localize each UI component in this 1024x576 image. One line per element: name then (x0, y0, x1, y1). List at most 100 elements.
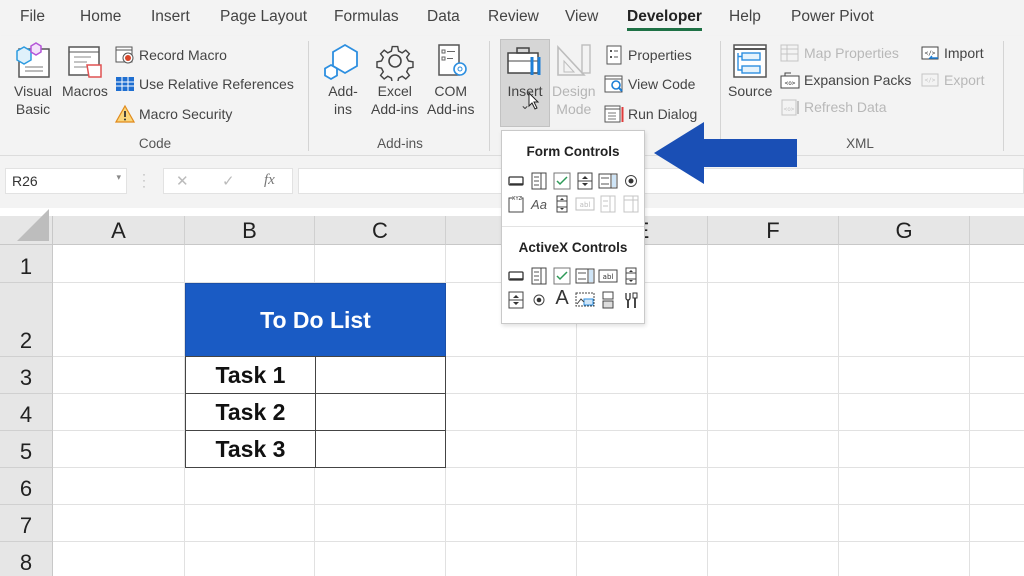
run-dialog-button[interactable]: Run Dialog (604, 104, 697, 124)
properties-label: Properties (628, 47, 692, 63)
activex-combo-box-icon[interactable] (529, 266, 549, 286)
formula-bar-splitter[interactable]: · · · (142, 168, 146, 192)
xml-source-button[interactable]: Source (728, 40, 772, 100)
tab-view[interactable]: View (565, 8, 598, 26)
name-box-dropdown-icon[interactable]: ▾ (116, 172, 121, 183)
activex-command-button-icon[interactable] (506, 266, 526, 286)
xml-import-button[interactable]: </> Import (920, 43, 984, 63)
form-controls-title: Form Controls (526, 144, 620, 159)
xml-export-button[interactable]: </> Export (920, 70, 984, 90)
column-header-a[interactable]: A (53, 216, 185, 245)
svg-text:<o>: <o> (784, 106, 795, 113)
map-properties-button[interactable]: Map Properties (780, 43, 899, 63)
activex-label-icon[interactable]: A (552, 287, 572, 309)
gridline (969, 245, 970, 576)
task-cell[interactable]: Task 1 (185, 356, 316, 394)
refresh-data-button[interactable]: <o> Refresh Data (780, 97, 886, 117)
form-combo-list-edit-icon[interactable] (598, 194, 618, 214)
row-header-1[interactable]: 1 (0, 245, 53, 283)
row-header-3[interactable]: 3 (0, 357, 53, 394)
enter-icon[interactable]: ✓ (222, 172, 235, 190)
row-header-6[interactable]: 6 (0, 468, 53, 505)
column-header-h[interactable] (970, 216, 1024, 245)
tab-review[interactable]: Review (488, 8, 539, 26)
name-box[interactable]: R26 ▾ (5, 168, 127, 194)
view-code-button[interactable]: View Code (604, 74, 695, 94)
form-check-box-icon[interactable] (552, 171, 572, 191)
visual-basic-label-line2: Basic (15, 101, 51, 117)
form-option-button-icon[interactable] (621, 171, 641, 191)
form-spin-button-icon[interactable] (575, 171, 595, 191)
form-combo-box-icon[interactable] (529, 171, 549, 191)
tab-help[interactable]: Help (729, 8, 761, 26)
expansion-packs-icon: <o> (780, 70, 800, 90)
activex-scroll-bar-icon[interactable] (621, 266, 641, 286)
form-scroll-bar-icon[interactable] (552, 194, 572, 214)
use-relative-references-button[interactable]: Use Relative References (115, 74, 294, 94)
tab-power-pivot[interactable]: Power Pivot (791, 8, 874, 26)
activex-image-icon[interactable] (575, 290, 595, 310)
todo-list-header-cell[interactable]: To Do List (185, 283, 446, 357)
gear-icon (374, 40, 416, 82)
com-addins-button[interactable]: COM Add-ins (427, 40, 474, 118)
form-group-box-icon[interactable]: XYZ (506, 194, 526, 214)
activex-list-box-icon[interactable] (575, 266, 595, 286)
tab-home[interactable]: Home (80, 8, 121, 26)
tab-insert[interactable]: Insert (151, 8, 190, 26)
column-header-b[interactable]: B (185, 216, 315, 245)
macros-button[interactable]: Macros (62, 40, 108, 100)
row-header-7[interactable]: 7 (0, 505, 53, 542)
row-header-2[interactable]: 2 (0, 283, 53, 357)
activex-check-box-icon[interactable] (552, 266, 572, 286)
form-label-icon[interactable]: Aa (529, 194, 549, 214)
checkbox-target-cell[interactable] (315, 430, 446, 468)
task-cell[interactable]: Task 2 (185, 393, 316, 431)
properties-icon (604, 45, 624, 65)
visual-basic-label-line1: Visual (14, 83, 52, 99)
record-macro-icon (115, 45, 135, 65)
activex-more-controls-icon[interactable] (621, 290, 641, 310)
tab-formulas[interactable]: Formulas (334, 8, 399, 26)
cancel-icon[interactable]: ✕ (176, 172, 189, 190)
checkbox-target-cell[interactable] (315, 393, 446, 431)
activex-toggle-button-icon[interactable] (598, 290, 618, 310)
activex-spin-button-icon[interactable] (506, 290, 526, 310)
toolbox-icon (504, 40, 546, 82)
column-header-g[interactable]: G (839, 216, 970, 245)
addins-label-line2: ins (334, 101, 352, 117)
form-combo-drop-down-edit-icon[interactable] (621, 194, 641, 214)
form-text-field-icon[interactable]: abl (575, 194, 595, 214)
excel-addins-button[interactable]: Excel Add-ins (371, 40, 418, 118)
insert-function-icon[interactable]: fx (264, 172, 275, 189)
column-header-f[interactable]: F (708, 216, 839, 245)
activex-text-box-icon[interactable]: abl (598, 266, 618, 286)
record-macro-label: Record Macro (139, 47, 227, 63)
tab-developer[interactable]: Developer (627, 8, 702, 31)
design-mode-label-line2: Mode (556, 101, 592, 117)
activex-controls-title: ActiveX Controls (518, 240, 628, 255)
row-header-4[interactable]: 4 (0, 394, 53, 431)
activex-option-button-icon[interactable] (529, 290, 549, 310)
row-header-8[interactable]: 8 (0, 542, 53, 576)
task-cell[interactable]: Task 3 (185, 430, 316, 468)
properties-button[interactable]: Properties (604, 45, 692, 65)
form-button-control-icon[interactable] (506, 171, 526, 191)
tab-page-layout[interactable]: Page Layout (220, 8, 307, 26)
addins-button[interactable]: Add- ins (322, 40, 364, 118)
macro-security-button[interactable]: Macro Security (115, 104, 232, 124)
export-icon: </> (920, 70, 940, 90)
row-header-5[interactable]: 5 (0, 431, 53, 468)
column-header-c[interactable]: C (315, 216, 446, 245)
select-all-button[interactable] (0, 209, 53, 245)
checkbox-target-cell[interactable] (315, 356, 446, 394)
tab-file[interactable]: File (20, 8, 45, 26)
form-list-box-icon[interactable] (598, 171, 618, 191)
visual-basic-button[interactable]: Visual Basic (12, 40, 54, 118)
group-separator (1003, 41, 1004, 151)
expansion-packs-button[interactable]: <o> Expansion Packs (780, 70, 911, 90)
map-properties-label: Map Properties (804, 45, 899, 61)
design-mode-button[interactable]: Design Mode (552, 40, 596, 118)
design-mode-label-line1: Design (552, 83, 596, 99)
record-macro-button[interactable]: Record Macro (115, 45, 227, 65)
tab-data[interactable]: Data (427, 8, 460, 26)
